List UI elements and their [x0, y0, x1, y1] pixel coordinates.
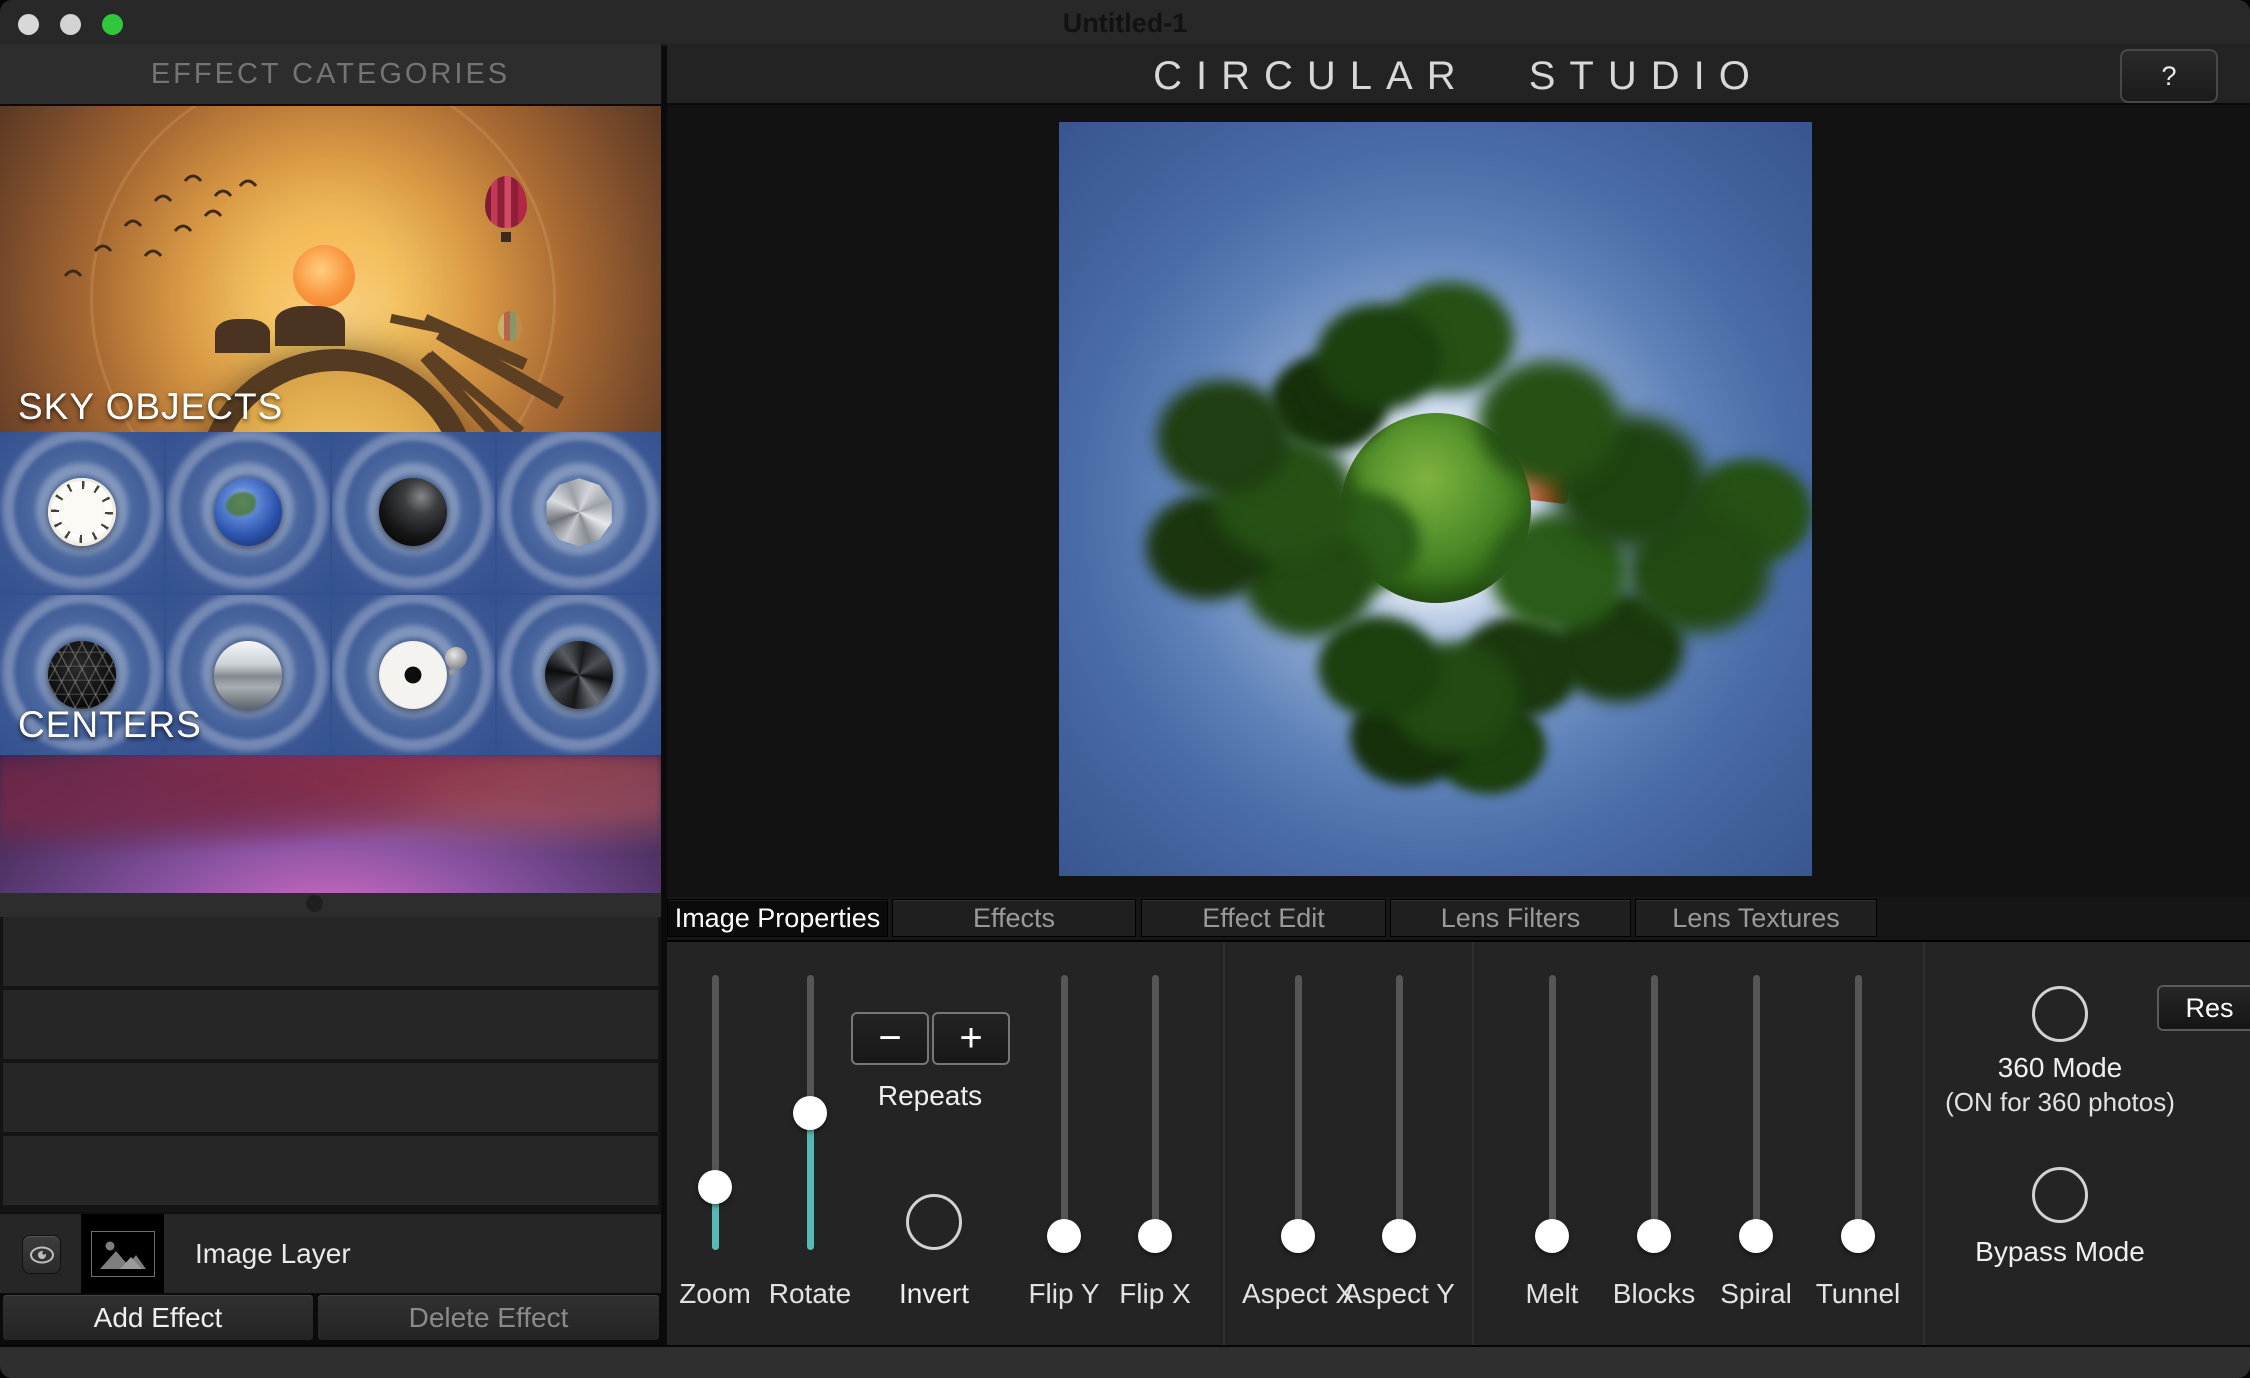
green-planet [1341, 413, 1531, 603]
rotate-slider-knob[interactable] [793, 1096, 827, 1130]
repeats-plus-button[interactable]: + [932, 1012, 1010, 1065]
vinyl-disc-icon [379, 641, 447, 709]
category-centers: CENTERS [0, 432, 661, 755]
360-mode-label: 360 Mode [1910, 1052, 2210, 1084]
layer-thumbnail[interactable] [81, 1214, 164, 1293]
effect-categories-header: EFFECT CATEGORIES [0, 44, 661, 104]
chrome-sphere-icon [214, 641, 282, 709]
collapse-notch-icon [306, 895, 323, 912]
window-bottom-strip [0, 1345, 2250, 1378]
rotate-slider-label: Rotate [725, 1278, 895, 1310]
flip-y-slider-knob[interactable] [1047, 1219, 1081, 1253]
aspect-y-slider-track[interactable] [1396, 975, 1403, 1250]
melt-slider-track[interactable] [1549, 975, 1556, 1250]
clock-sphere-icon [48, 478, 116, 546]
melt-slider-knob[interactable] [1535, 1219, 1569, 1253]
tunnel-slider-knob[interactable] [1841, 1219, 1875, 1253]
category-label-sky-objects: SKY OBJECTS [18, 386, 283, 428]
center-thumb-geodesic-sphere[interactable] [497, 432, 661, 593]
aspect-y-slider-label: Aspect Y [1314, 1278, 1484, 1310]
birds-icon [55, 156, 285, 306]
center-thumb-vinyl-disc[interactable] [332, 595, 496, 756]
spiral-slider-track[interactable] [1753, 975, 1760, 1250]
category-purple-clouds[interactable] [0, 755, 661, 893]
effects-list-empty-row [3, 990, 658, 1063]
small-balloon-icon [498, 311, 522, 341]
flip-x-slider-track[interactable] [1152, 975, 1159, 1250]
bypass-mode-label: Bypass Mode [1910, 1236, 2210, 1268]
flip-y-slider-track[interactable] [1061, 975, 1068, 1250]
delete-effect-button[interactable]: Delete Effect [317, 1294, 660, 1341]
effects-list [0, 917, 661, 1212]
category-label-centers: CENTERS [18, 704, 202, 746]
repeats-label: Repeats [845, 1080, 1015, 1112]
tab-lens-filters[interactable]: Lens Filters [1390, 899, 1631, 937]
preview-canvas [667, 105, 2250, 897]
effects-list-empty-row [3, 1136, 658, 1209]
image-placeholder-icon [91, 1231, 155, 1277]
help-button[interactable]: ? [2120, 49, 2218, 103]
wireframe-sphere-icon [48, 641, 116, 709]
reset-button[interactable]: Res [2157, 985, 2250, 1031]
layer-name: Image Layer [195, 1238, 351, 1270]
sun [293, 245, 355, 307]
effects-list-empty-row [3, 1063, 658, 1136]
category-collapse-handle[interactable] [0, 893, 661, 917]
window-title: Untitled-1 [0, 8, 2250, 39]
city-silhouette [215, 319, 270, 353]
360-mode-subtitle: (ON for 360 photos) [1910, 1087, 2210, 1118]
app-title: CIRCULAR STUDIO [667, 54, 2250, 99]
rotate-slider-fill [807, 1113, 814, 1251]
app-window: Untitled-1 EFFECT CATEGORIES SKY OBJECTS [0, 0, 2250, 1378]
tab-lens-textures[interactable]: Lens Textures [1635, 899, 1877, 937]
image-layer-row[interactable]: Image Layer [0, 1212, 661, 1293]
hot-air-balloon-icon [485, 176, 527, 228]
center-thumb-earth-sphere[interactable] [166, 432, 330, 593]
effect-categories-label: EFFECT CATEGORIES [151, 58, 510, 91]
invert-toggle-button[interactable] [906, 1194, 962, 1250]
center-thumb-crystal-sphere[interactable] [497, 595, 661, 756]
layer-visibility-button[interactable] [22, 1235, 61, 1274]
zoom-slider-knob[interactable] [698, 1170, 732, 1204]
tab-effects[interactable]: Effects [892, 899, 1136, 937]
blocks-slider-track[interactable] [1651, 975, 1658, 1250]
titlebar: Untitled-1 [0, 0, 2250, 46]
eye-icon [29, 1246, 55, 1264]
blocks-slider-knob[interactable] [1637, 1219, 1671, 1253]
repeats-minus-button[interactable]: − [851, 1012, 929, 1065]
image-properties-panel: − + Repeats Invert 360 Mode (ON for 360 … [667, 940, 2250, 1347]
window-chrome: Untitled-1 EFFECT CATEGORIES SKY OBJECTS [0, 0, 2250, 1378]
center-thumb-black-glossy-sphere[interactable] [332, 432, 496, 593]
tab-image-properties[interactable]: Image Properties [667, 899, 888, 937]
add-effect-button[interactable]: Add Effect [2, 1294, 314, 1341]
geodesic-sphere-icon [545, 478, 613, 546]
black-glossy-sphere-icon [379, 478, 447, 546]
city-silhouette [275, 306, 345, 346]
360-mode-toggle-button[interactable] [2032, 986, 2088, 1042]
center-thumb-clock-sphere[interactable] [0, 432, 164, 593]
tunnel-slider-track[interactable] [1855, 975, 1862, 1250]
tunnel-slider-label: Tunnel [1773, 1278, 1943, 1310]
aspect-x-slider-track[interactable] [1295, 975, 1302, 1250]
trees [1059, 122, 1104, 157]
aspect-y-slider-knob[interactable] [1382, 1219, 1416, 1253]
tab-bar: Image PropertiesEffectsEffect EditLens F… [667, 897, 2250, 940]
flip-x-slider-knob[interactable] [1138, 1219, 1172, 1253]
spiral-slider-knob[interactable] [1739, 1219, 1773, 1253]
main-header: CIRCULAR STUDIO ? [667, 44, 2250, 105]
effects-list-empty-row [3, 917, 658, 990]
tiny-planet-photo [1059, 122, 1812, 876]
crystal-sphere-icon [545, 641, 613, 709]
bypass-mode-toggle-button[interactable] [2032, 1167, 2088, 1223]
tab-effect-edit[interactable]: Effect Edit [1141, 899, 1386, 937]
category-sky-objects[interactable]: SKY OBJECTS [0, 106, 661, 432]
earth-sphere-icon [214, 478, 282, 546]
aspect-x-slider-knob[interactable] [1281, 1219, 1315, 1253]
